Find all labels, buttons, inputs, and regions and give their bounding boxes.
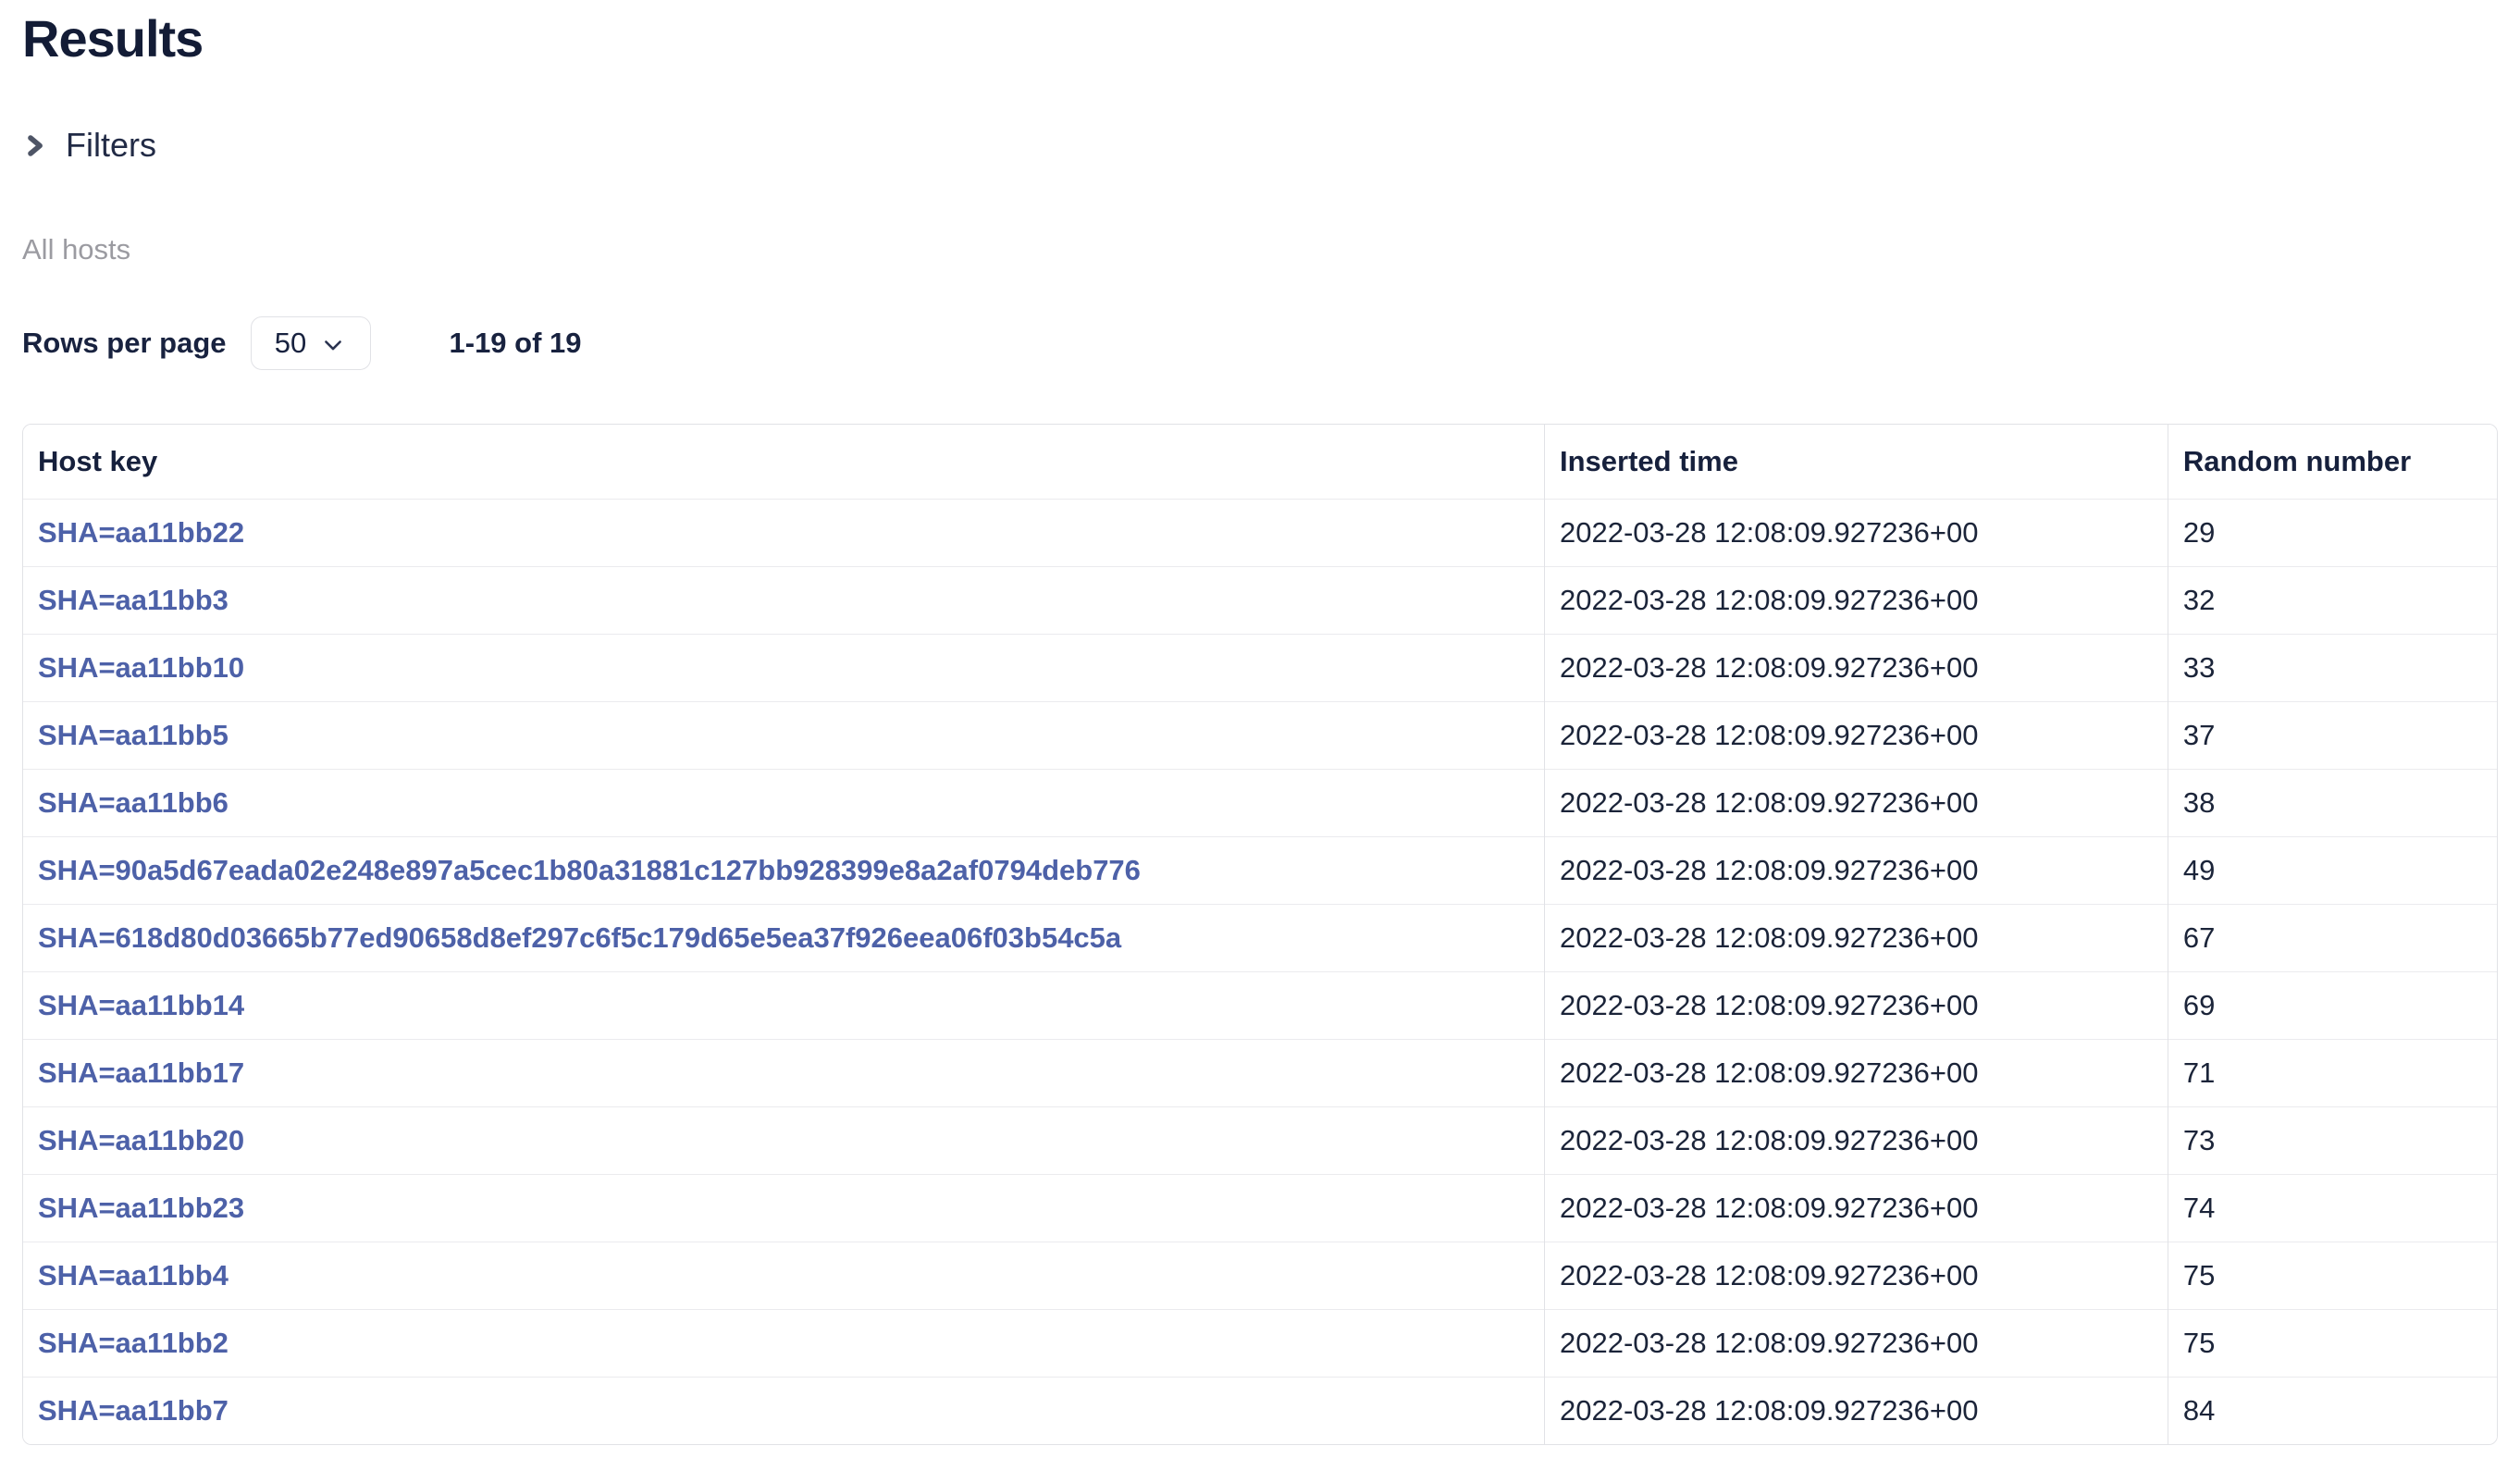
random-number-cell: 49 — [2168, 836, 2497, 904]
random-number-cell: 37 — [2168, 701, 2497, 769]
host-key-link[interactable]: SHA=aa11bb5 — [38, 719, 229, 751]
table-row: SHA=aa11bb22 2022-03-28 12:08:09.927236+… — [23, 499, 2497, 566]
column-header-inserted-time: Inserted time — [1545, 425, 2168, 499]
host-key-cell: SHA=aa11bb3 — [23, 566, 1545, 634]
random-number-cell: 84 — [2168, 1377, 2497, 1444]
inserted-time-cell: 2022-03-28 12:08:09.927236+00 — [1545, 971, 2168, 1039]
host-key-link[interactable]: SHA=aa11bb4 — [38, 1259, 229, 1291]
random-number-cell: 71 — [2168, 1039, 2497, 1106]
host-key-link[interactable]: SHA=aa11bb7 — [38, 1394, 229, 1427]
random-number-cell: 73 — [2168, 1106, 2497, 1174]
table-body: SHA=aa11bb22 2022-03-28 12:08:09.927236+… — [23, 499, 2497, 1444]
host-key-cell: SHA=aa11bb4 — [23, 1242, 1545, 1309]
random-number-cell: 75 — [2168, 1309, 2497, 1377]
table-row: SHA=aa11bb6 2022-03-28 12:08:09.927236+0… — [23, 769, 2497, 836]
host-key-cell: SHA=618d80d03665b77ed90658d8ef297c6f5c17… — [23, 904, 1545, 971]
pagination-bar: Rows per page 50 1-19 of 19 — [22, 316, 2498, 370]
table-row: SHA=aa11bb10 2022-03-28 12:08:09.927236+… — [23, 634, 2497, 701]
host-key-cell: SHA=aa11bb6 — [23, 769, 1545, 836]
table-row: SHA=aa11bb5 2022-03-28 12:08:09.927236+0… — [23, 701, 2497, 769]
inserted-time-cell: 2022-03-28 12:08:09.927236+00 — [1545, 1309, 2168, 1377]
host-scope-label: All hosts — [22, 233, 2498, 266]
table-header-row: Host key Inserted time Random number — [23, 425, 2497, 499]
host-key-cell: SHA=aa11bb23 — [23, 1174, 1545, 1242]
inserted-time-cell: 2022-03-28 12:08:09.927236+00 — [1545, 566, 2168, 634]
host-key-link[interactable]: SHA=aa11bb6 — [38, 786, 229, 819]
table-row: SHA=90a5d67eada02e248e897a5cec1b80a31881… — [23, 836, 2497, 904]
filters-label: Filters — [66, 126, 156, 165]
table-row: SHA=aa11bb2 2022-03-28 12:08:09.927236+0… — [23, 1309, 2497, 1377]
inserted-time-cell: 2022-03-28 12:08:09.927236+00 — [1545, 1039, 2168, 1106]
table-row: SHA=aa11bb4 2022-03-28 12:08:09.927236+0… — [23, 1242, 2497, 1309]
column-header-host-key: Host key — [23, 425, 1545, 499]
page-title: Results — [22, 13, 2498, 65]
rows-per-page-value: 50 — [275, 327, 306, 360]
inserted-time-cell: 2022-03-28 12:08:09.927236+00 — [1545, 1377, 2168, 1444]
pagination-range: 1-19 of 19 — [450, 327, 582, 360]
random-number-cell: 75 — [2168, 1242, 2497, 1309]
host-key-cell: SHA=aa11bb5 — [23, 701, 1545, 769]
host-key-cell: SHA=aa11bb20 — [23, 1106, 1545, 1174]
results-table: Host key Inserted time Random number SHA… — [22, 424, 2498, 1445]
rows-per-page-label: Rows per page — [22, 327, 227, 360]
host-key-link[interactable]: SHA=aa11bb10 — [38, 651, 244, 684]
table-row: SHA=aa11bb3 2022-03-28 12:08:09.927236+0… — [23, 566, 2497, 634]
random-number-cell: 38 — [2168, 769, 2497, 836]
filters-toggle[interactable]: Filters — [22, 126, 156, 165]
results-page: Results Filters All hosts Rows per page … — [0, 0, 2520, 1445]
random-number-cell: 33 — [2168, 634, 2497, 701]
host-key-cell: SHA=aa11bb7 — [23, 1377, 1545, 1444]
inserted-time-cell: 2022-03-28 12:08:09.927236+00 — [1545, 904, 2168, 971]
table-row: SHA=aa11bb23 2022-03-28 12:08:09.927236+… — [23, 1174, 2497, 1242]
host-key-link[interactable]: SHA=aa11bb22 — [38, 516, 244, 549]
table-row: SHA=618d80d03665b77ed90658d8ef297c6f5c17… — [23, 904, 2497, 971]
host-key-link[interactable]: SHA=aa11bb14 — [38, 989, 244, 1021]
chevron-right-icon — [22, 131, 47, 160]
inserted-time-cell: 2022-03-28 12:08:09.927236+00 — [1545, 769, 2168, 836]
inserted-time-cell: 2022-03-28 12:08:09.927236+00 — [1545, 634, 2168, 701]
inserted-time-cell: 2022-03-28 12:08:09.927236+00 — [1545, 1174, 2168, 1242]
random-number-cell: 32 — [2168, 566, 2497, 634]
chevron-down-icon — [320, 332, 346, 358]
host-key-cell: SHA=aa11bb22 — [23, 499, 1545, 566]
inserted-time-cell: 2022-03-28 12:08:09.927236+00 — [1545, 836, 2168, 904]
host-key-link[interactable]: SHA=aa11bb20 — [38, 1124, 244, 1156]
host-key-link[interactable]: SHA=aa11bb2 — [38, 1327, 229, 1359]
random-number-cell: 67 — [2168, 904, 2497, 971]
rows-per-page-select[interactable]: 50 — [251, 316, 371, 370]
host-key-link[interactable]: SHA=aa11bb23 — [38, 1192, 244, 1224]
table-row: SHA=aa11bb17 2022-03-28 12:08:09.927236+… — [23, 1039, 2497, 1106]
random-number-cell: 74 — [2168, 1174, 2497, 1242]
inserted-time-cell: 2022-03-28 12:08:09.927236+00 — [1545, 701, 2168, 769]
inserted-time-cell: 2022-03-28 12:08:09.927236+00 — [1545, 1106, 2168, 1174]
table-row: SHA=aa11bb20 2022-03-28 12:08:09.927236+… — [23, 1106, 2497, 1174]
host-key-link[interactable]: SHA=90a5d67eada02e248e897a5cec1b80a31881… — [38, 854, 1141, 886]
host-key-link[interactable]: SHA=aa11bb3 — [38, 584, 229, 616]
random-number-cell: 29 — [2168, 499, 2497, 566]
host-key-cell: SHA=aa11bb10 — [23, 634, 1545, 701]
inserted-time-cell: 2022-03-28 12:08:09.927236+00 — [1545, 1242, 2168, 1309]
random-number-cell: 69 — [2168, 971, 2497, 1039]
host-key-cell: SHA=90a5d67eada02e248e897a5cec1b80a31881… — [23, 836, 1545, 904]
table-row: SHA=aa11bb14 2022-03-28 12:08:09.927236+… — [23, 971, 2497, 1039]
table-row: SHA=aa11bb7 2022-03-28 12:08:09.927236+0… — [23, 1377, 2497, 1444]
host-key-link[interactable]: SHA=618d80d03665b77ed90658d8ef297c6f5c17… — [38, 921, 1121, 954]
host-key-cell: SHA=aa11bb2 — [23, 1309, 1545, 1377]
inserted-time-cell: 2022-03-28 12:08:09.927236+00 — [1545, 499, 2168, 566]
host-key-link[interactable]: SHA=aa11bb17 — [38, 1056, 244, 1089]
host-key-cell: SHA=aa11bb14 — [23, 971, 1545, 1039]
column-header-random-number: Random number — [2168, 425, 2497, 499]
host-key-cell: SHA=aa11bb17 — [23, 1039, 1545, 1106]
